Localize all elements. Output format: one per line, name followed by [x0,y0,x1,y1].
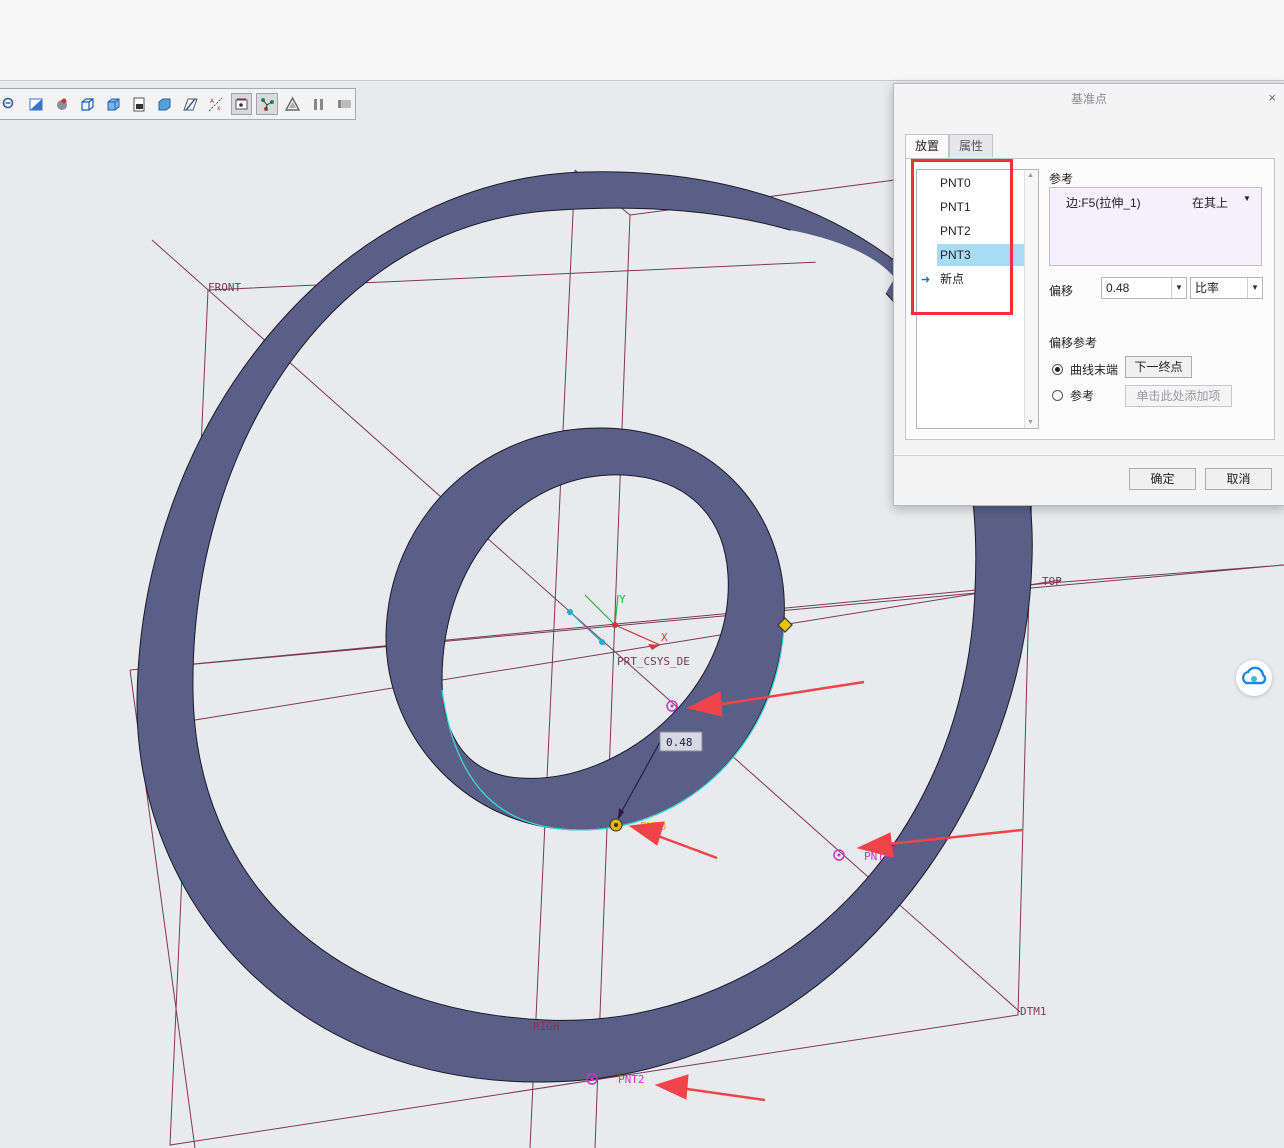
offset-value[interactable]: 0.48 [1106,281,1129,295]
reference-label: 参考 [1049,172,1074,186]
dtm1-plane-label: DTM1 [1020,1005,1047,1018]
top-plane-edge [129,564,1284,671]
placement-panel: PNT0 PNT1 PNT2 PNT3 ➜ 新点 ▲ ▼ 参考 边:F5(拉伸_… [905,158,1275,440]
top-plane-line [194,579,1061,721]
csys-label: PRT_CSYS_DE [617,655,690,668]
offset-value-field[interactable]: 0.48 ▼ [1101,277,1187,299]
scroll-up-icon[interactable]: ▲ [1027,172,1034,179]
tab-placement[interactable]: 放置 [905,134,950,158]
tab-properties[interactable]: 属性 [949,134,994,157]
reference-constraint[interactable]: 在其上 [1192,194,1228,211]
scroll-down-icon[interactable]: ▼ [1027,419,1034,426]
offset-reference-label: 偏移参考 [1049,336,1098,350]
outer-ring-inner-fold [790,230,895,330]
right-plane-label: RIGH [533,1020,560,1033]
offset-type-select[interactable]: 比率 ▼ [1190,277,1263,299]
top-ribbon [0,0,1284,81]
datum-point-dialog: 基准点 × 放置 属性 PNT0 PNT1 PNT2 PNT3 ➜ 新点 ▲ ▼… [893,83,1284,506]
constraint-dropdown-icon[interactable]: ▼ [1243,194,1251,203]
dialog-title: 基准点 [1070,92,1107,106]
close-icon[interactable]: × [1268,90,1276,105]
top-plane-label: TOP [1042,575,1062,588]
y-axis-label: Y [619,593,626,606]
right-plane-left [529,169,576,1148]
reference-collector[interactable]: 边:F5(拉伸_1) 在其上 ▼ [1049,187,1262,266]
footer-divider [894,455,1284,456]
reference-value[interactable]: 边:F5(拉伸_1) [1066,194,1141,211]
offset-type-dropdown-icon[interactable]: ▼ [1247,278,1262,298]
x-axis-label: X [661,631,668,644]
cloud-sync-icon[interactable] [1236,660,1272,696]
right-plane-right [594,214,631,1148]
offset-value-dropdown-icon[interactable]: ▼ [1171,278,1186,298]
next-end-button[interactable]: 下一终点 [1125,356,1192,378]
offset-label: 偏移 [1049,284,1074,298]
pnt3-marker[interactable] [609,818,623,832]
offset-type[interactable]: 比率 [1195,281,1219,295]
annotation-highlight-box [911,159,1013,315]
radio-reference-label[interactable]: 参考 [1070,387,1094,404]
cancel-button[interactable]: 取消 [1205,468,1272,490]
ok-button[interactable]: 确定 [1129,468,1196,490]
dimension-value[interactable]: 0.48 [666,736,693,749]
radio-curve-end-label[interactable]: 曲线末端 [1070,361,1118,378]
dialog-tabs: 放置 属性 [905,134,994,158]
point-list-scrollbar[interactable]: ▲ ▼ [1024,170,1038,428]
radio-reference[interactable] [1052,390,1063,401]
pnt2-label: PNT2 [618,1073,645,1086]
radio-curve-end[interactable] [1052,364,1063,375]
add-item-field[interactable]: 单击此处添加项 [1125,385,1232,407]
front-plane-label: FRONT [208,281,241,294]
